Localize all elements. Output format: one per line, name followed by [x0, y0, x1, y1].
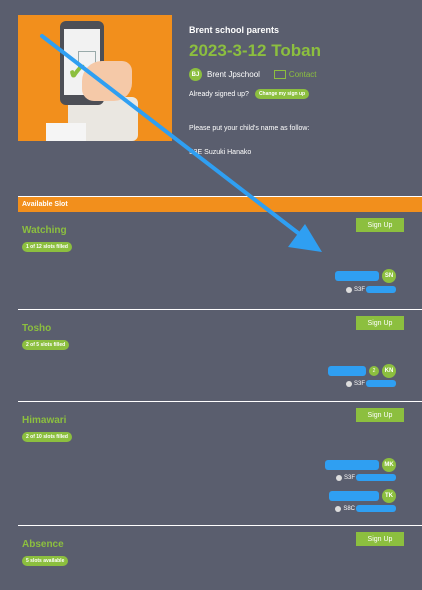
contact-link[interactable]: Contact: [273, 70, 317, 79]
avatar: MK: [382, 458, 396, 472]
slot-status-badge: 2 of 10 slots filled: [22, 432, 72, 442]
signed-up-question: Already signed up?: [189, 90, 249, 98]
signup-entry: TK: [329, 489, 396, 503]
example-text: S3E Suzuki Hanako: [189, 149, 252, 156]
mail-icon: [273, 70, 286, 79]
slot-himawari: Himawari 2 of 10 slots filled Sign Up MK…: [18, 402, 422, 526]
sign-up-button[interactable]: Sign Up: [356, 532, 404, 546]
slot-absence: Absence 5 slots available Sign Up: [18, 526, 422, 590]
signup-entry-detail: S3F: [345, 380, 396, 387]
avatar: KN: [382, 364, 396, 378]
avatar: TK: [382, 489, 396, 503]
slot-status-badge: 5 slots available: [22, 556, 69, 566]
slot-name: Himawari: [22, 415, 67, 426]
author-avatar: BJ: [189, 68, 202, 81]
page-title: 2023-3-12 Toban: [189, 41, 321, 60]
change-sign-up-button[interactable]: Change my sign up: [254, 89, 310, 99]
author-name: Brent Jpschool: [207, 70, 260, 79]
avatar: SN: [382, 269, 396, 283]
slot-name: Watching: [22, 225, 67, 236]
signup-entry: SN: [335, 269, 396, 283]
signup-entry: 2 KN: [328, 364, 396, 378]
signup-entry-detail: S3F: [335, 474, 396, 481]
comment-icon: [335, 474, 342, 481]
count-badge: 2: [369, 366, 379, 376]
instruction-text: Please put your child's name as follow:: [189, 125, 310, 132]
slot-watching: Watching 1 of 12 slots filled Sign Up SN…: [18, 212, 422, 310]
signup-entry: MK: [325, 458, 396, 472]
header: ✔ Brent school parents 2023-3-12 Toban B…: [0, 0, 422, 196]
slot-name: Tosho: [22, 323, 52, 334]
signup-entry-detail: S3F: [345, 286, 396, 293]
hero-image: ✔: [18, 15, 172, 141]
slot-status-badge: 2 of 5 slots filled: [22, 340, 70, 350]
sign-up-button[interactable]: Sign Up: [356, 408, 404, 422]
slot-status-badge: 1 of 12 slots filled: [22, 242, 72, 252]
comment-icon: [335, 505, 342, 512]
comment-icon: [345, 286, 352, 293]
slot-tosho: Tosho 2 of 5 slots filled Sign Up 2 KN S…: [18, 310, 422, 402]
available-slot-header: Available Slot: [18, 196, 422, 212]
comment-icon: [345, 380, 352, 387]
signup-entry-detail: S8C: [335, 505, 396, 512]
slot-name: Absence: [22, 539, 64, 550]
sign-up-button[interactable]: Sign Up: [356, 218, 404, 232]
org-name: Brent school parents: [189, 25, 280, 35]
sign-up-button[interactable]: Sign Up: [356, 316, 404, 330]
